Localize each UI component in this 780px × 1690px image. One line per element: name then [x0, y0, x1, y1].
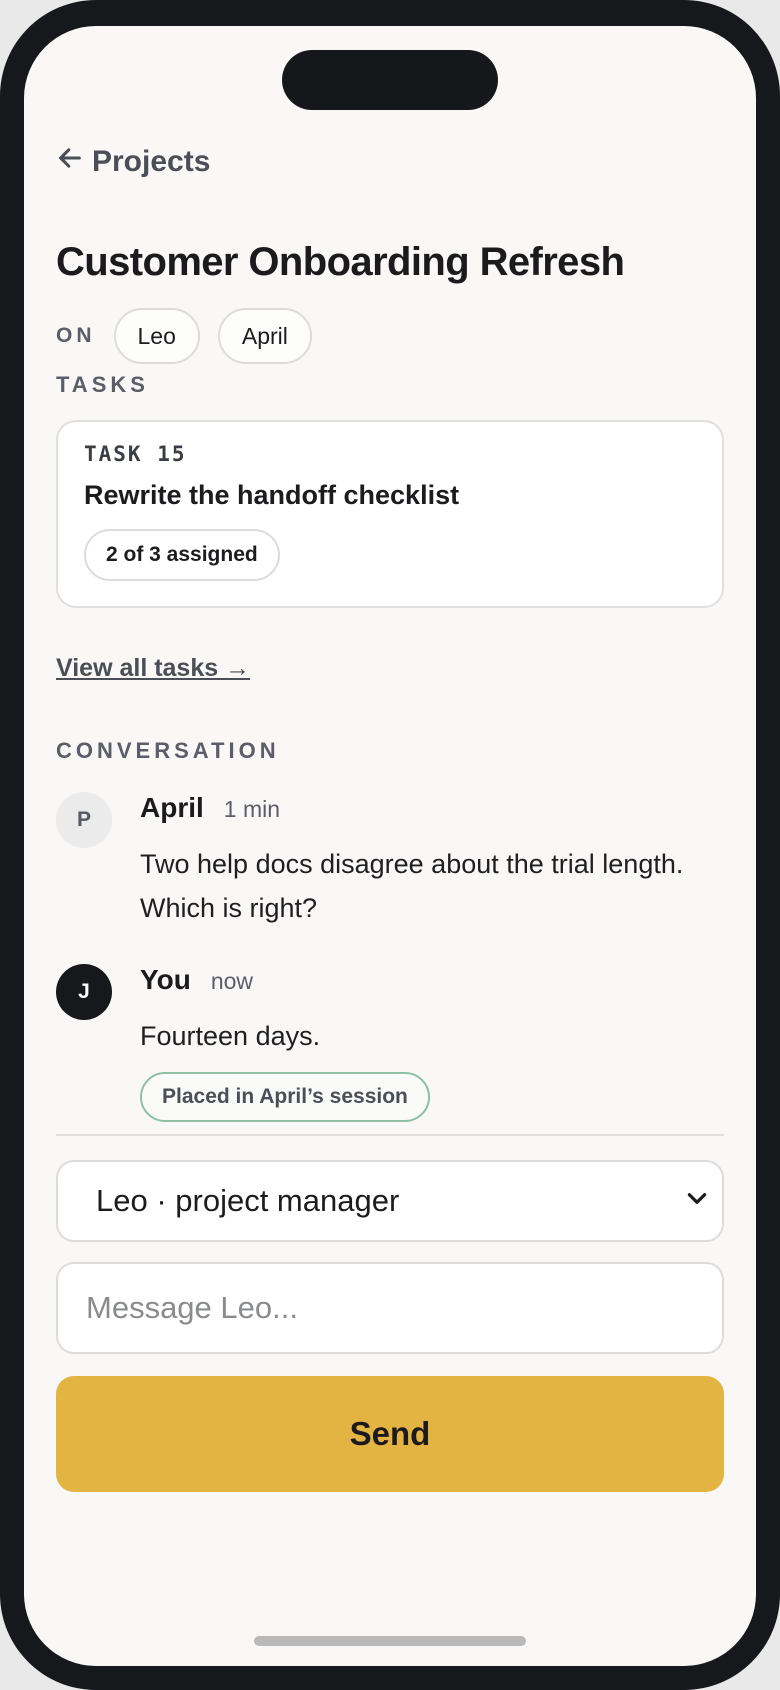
task-card[interactable]: TASK 15 Rewrite the handoff checklist 2 …: [56, 420, 724, 608]
device-frame: Projects Customer Onboarding Refresh ON …: [0, 0, 780, 1690]
assignment-badge: 2 of 3 assigned: [84, 529, 280, 581]
avatar: J: [56, 964, 112, 1020]
composer-divider: [56, 1134, 724, 1136]
screen: Projects Customer Onboarding Refresh ON …: [24, 26, 756, 1666]
message-time: now: [210, 968, 254, 994]
message-header: You now: [140, 964, 700, 996]
back-to-projects-link[interactable]: Projects: [56, 140, 210, 184]
message-time: 1 min: [223, 796, 281, 822]
conversation-section-label: CONVERSATION: [56, 738, 280, 763]
participant-chip-april[interactable]: April: [217, 308, 312, 364]
home-indicator: [254, 1636, 526, 1646]
participants-row: ON Leo April: [56, 308, 312, 364]
view-all-tasks-link[interactable]: View all tasks →: [56, 654, 250, 683]
message-body: April 1 min Two help docs disagree about…: [140, 792, 700, 930]
message-input[interactable]: [56, 1262, 724, 1354]
message-author: April: [140, 792, 204, 823]
page-title: Customer Onboarding Refresh: [56, 240, 625, 284]
message-body: You now Fourteen days. Placed in April’s…: [140, 964, 700, 1122]
participants-label: ON: [56, 324, 96, 347]
arrow-left-icon: [56, 144, 84, 180]
dynamic-island: [282, 50, 498, 110]
recipient-select[interactable]: Leo · project manager: [56, 1160, 724, 1242]
recipient-select-value: Leo · project manager: [96, 1183, 400, 1218]
tasks-section-label: TASKS: [56, 372, 149, 397]
participant-chip-leo[interactable]: Leo: [113, 308, 200, 364]
send-button[interactable]: Send: [56, 1376, 724, 1492]
message-text: Fourteen days.: [140, 1021, 321, 1051]
avatar: P: [56, 792, 112, 848]
message-header: April 1 min: [140, 792, 700, 824]
task-title: Rewrite the handoff checklist: [84, 480, 460, 510]
message-status-badge: Placed in April’s session: [140, 1072, 430, 1122]
back-link-label: Projects: [92, 145, 211, 178]
message-author: You: [140, 964, 191, 995]
task-id: TASK 15: [84, 442, 187, 466]
chevron-down-icon: [684, 1183, 710, 1219]
message-text: Two help docs disagree about the trial l…: [140, 849, 684, 923]
